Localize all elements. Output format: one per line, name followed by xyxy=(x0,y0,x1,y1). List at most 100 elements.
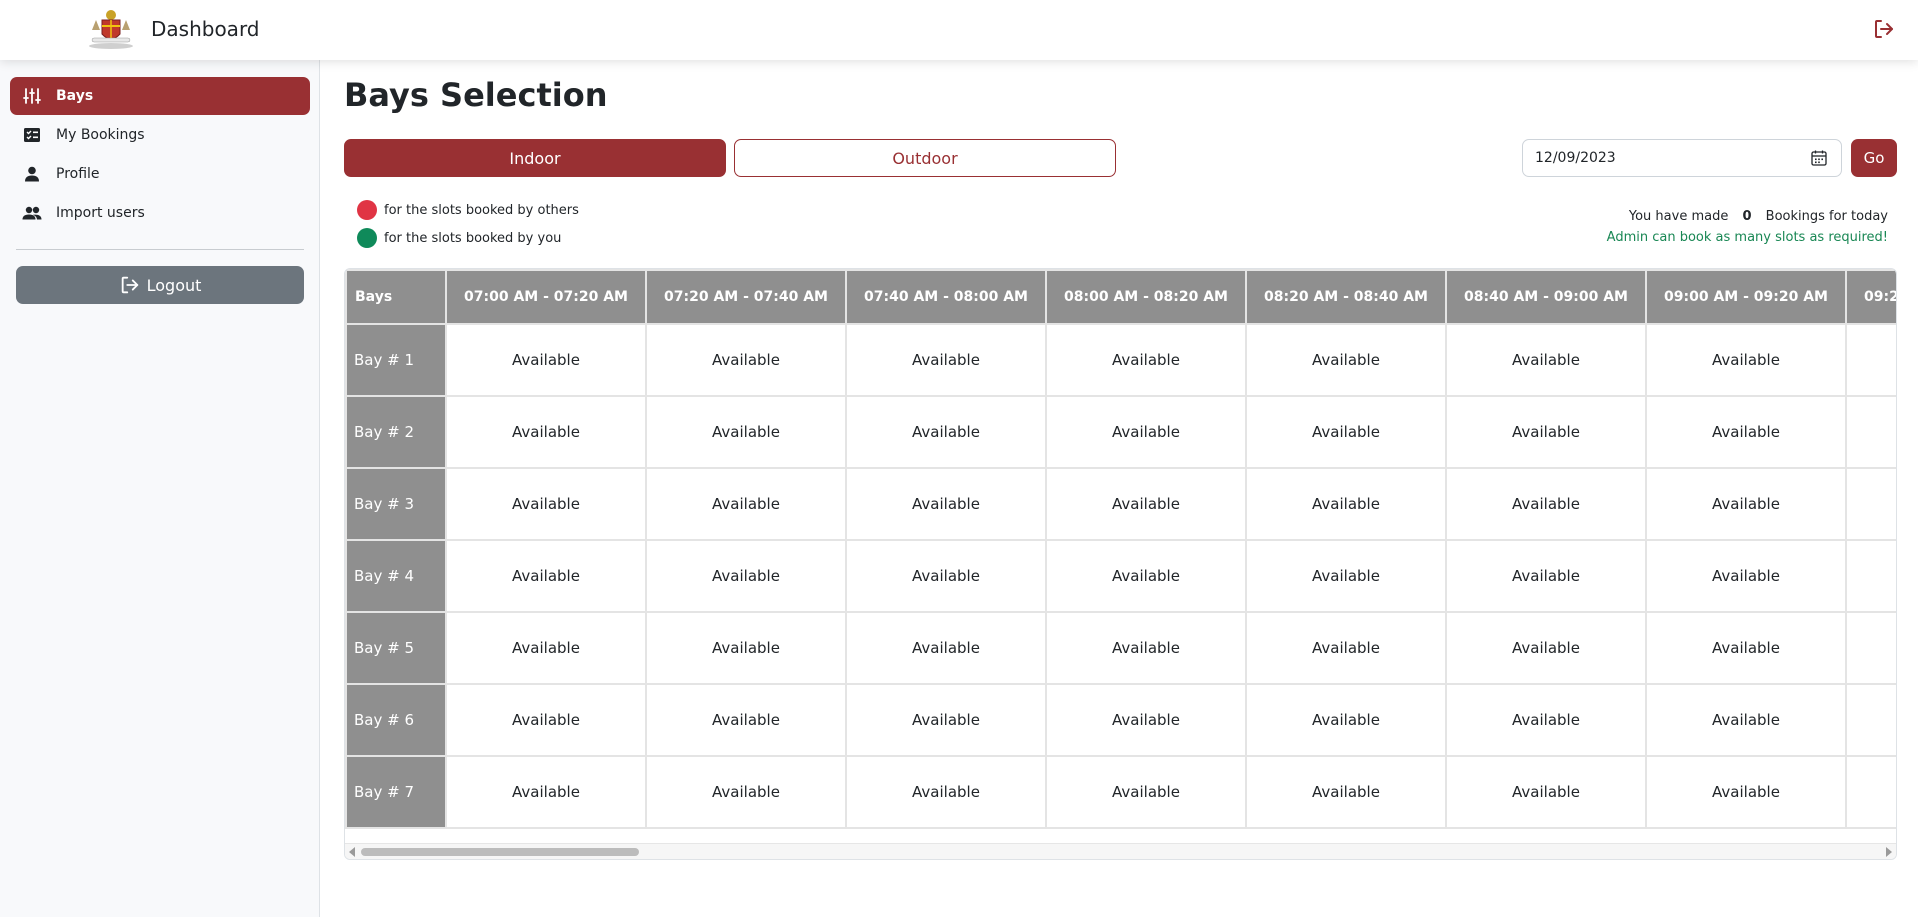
slot-cell[interactable]: Available xyxy=(445,323,647,397)
slot-cell[interactable]: Available xyxy=(845,755,1047,829)
slot-cell[interactable]: Available xyxy=(1845,755,1896,829)
bookings-count: 0 xyxy=(1742,209,1752,224)
slot-cell[interactable]: Available xyxy=(645,683,847,757)
slot-cell[interactable]: Available xyxy=(645,539,847,613)
slot-cell[interactable]: Available xyxy=(645,467,847,541)
legend-label: for the slots booked by you xyxy=(384,230,562,246)
slot-cell[interactable]: Available xyxy=(1645,467,1847,541)
slot-cell[interactable]: Available xyxy=(1045,683,1247,757)
bays-table: Bays 07:00 AM - 07:20 AM 07:20 AM - 07:40… xyxy=(345,269,1896,829)
sidebar-item-label: Bays xyxy=(56,88,94,104)
slot-cell[interactable]: Available xyxy=(1245,611,1447,685)
table-row: Bay # 3 Available Available Available Availa… xyxy=(345,467,1896,541)
sidebar-item-label: Import users xyxy=(56,205,145,221)
slot-cell[interactable]: Available xyxy=(1445,683,1647,757)
admin-note: Admin can book as many slots as required… xyxy=(1606,230,1888,245)
slot-cell[interactable]: Available xyxy=(1445,611,1647,685)
slot-cell[interactable]: Available xyxy=(845,539,1047,613)
tab-outdoor[interactable]: Outdoor xyxy=(734,139,1116,177)
logout-icon[interactable] xyxy=(1872,17,1896,41)
logout-label: Logout xyxy=(146,275,202,295)
slot-cell[interactable]: Available xyxy=(1445,755,1647,829)
slot-cell[interactable]: Available xyxy=(1045,755,1247,829)
slot-cell[interactable]: Available xyxy=(1245,323,1447,397)
column-header-bays: Bays xyxy=(345,269,447,325)
slot-cell[interactable]: Available xyxy=(1845,323,1896,397)
sidebar-item-profile[interactable]: Profile xyxy=(10,155,310,193)
table-row: Bay # 1 Available Available Available Availa… xyxy=(345,323,1896,397)
slot-cell[interactable]: Available xyxy=(645,323,847,397)
slot-cell[interactable]: Available xyxy=(1045,539,1247,613)
slot-cell[interactable]: Available xyxy=(645,395,847,469)
sidebar-logout-button[interactable]: Logout xyxy=(16,266,304,304)
column-header-slot: 08:20 AM - 08:40 AM xyxy=(1245,269,1447,325)
slot-cell[interactable]: Available xyxy=(1645,323,1847,397)
table-row: Bay # 4 Available Available Available Availa… xyxy=(345,539,1896,613)
slot-cell[interactable]: Available xyxy=(1645,683,1847,757)
horizontal-scrollbar[interactable] xyxy=(345,843,1896,859)
slot-cell[interactable]: Available xyxy=(845,395,1047,469)
slot-cell[interactable]: Available xyxy=(1245,683,1447,757)
slot-cell[interactable]: Available xyxy=(1845,683,1896,757)
slot-cell[interactable]: Available xyxy=(1645,395,1847,469)
go-button[interactable]: Go xyxy=(1851,139,1897,177)
tab-indoor[interactable]: Indoor xyxy=(344,139,726,177)
slot-cell[interactable]: Available xyxy=(1845,611,1896,685)
slot-cell[interactable]: Available xyxy=(1045,467,1247,541)
slot-cell[interactable]: Available xyxy=(1045,611,1247,685)
slot-cell[interactable]: Available xyxy=(445,755,647,829)
slot-cell[interactable]: Available xyxy=(1245,755,1447,829)
slot-cell[interactable]: Available xyxy=(845,467,1047,541)
sidebar-divider xyxy=(16,249,304,250)
table-row: Bay # 7 Available Available Available Availa… xyxy=(345,755,1896,829)
slot-cell[interactable]: Available xyxy=(1445,467,1647,541)
slot-cell[interactable]: Available xyxy=(645,611,847,685)
slot-cell[interactable]: Available xyxy=(1245,467,1447,541)
column-header-slot: 07:20 AM - 07:40 AM xyxy=(645,269,847,325)
slot-cell[interactable]: Available xyxy=(1845,467,1896,541)
slot-cell[interactable]: Available xyxy=(445,539,647,613)
calendar-icon[interactable] xyxy=(1810,149,1828,167)
sidebar-item-my-bookings[interactable]: My Bookings xyxy=(10,116,310,154)
slot-cell[interactable]: Available xyxy=(1445,395,1647,469)
slot-cell[interactable]: Available xyxy=(845,611,1047,685)
slot-cell[interactable]: Available xyxy=(1245,539,1447,613)
slot-cell[interactable]: Available xyxy=(1045,323,1247,397)
scroll-right-arrow-icon[interactable] xyxy=(1886,847,1892,857)
slot-cell[interactable]: Available xyxy=(1845,539,1896,613)
scroll-left-arrow-icon[interactable] xyxy=(349,847,355,857)
scrollbar-thumb[interactable] xyxy=(361,848,639,856)
slot-cell[interactable]: Available xyxy=(1245,395,1447,469)
booking-count-text: You have made 0 Bookings for today xyxy=(1629,209,1888,224)
slot-cell[interactable]: Available xyxy=(1645,611,1847,685)
app-title: Dashboard xyxy=(151,17,260,41)
bays-table-container[interactable]: Bays 07:00 AM - 07:20 AM 07:20 AM - 07:40… xyxy=(344,268,1897,860)
slot-cell[interactable]: Available xyxy=(445,611,647,685)
slot-cell[interactable]: Available xyxy=(1645,539,1847,613)
bookings-suffix: Bookings for today xyxy=(1765,209,1888,224)
slot-cell[interactable]: Available xyxy=(1445,323,1647,397)
sidebar-item-bays[interactable]: Bays xyxy=(10,77,310,115)
bookings-prefix: You have made xyxy=(1628,209,1729,224)
date-input[interactable] xyxy=(1522,139,1842,177)
red-dot-icon xyxy=(357,200,377,220)
slot-cell[interactable]: Available xyxy=(445,683,647,757)
legend-booked-by-you: for the slots booked by you xyxy=(357,228,561,248)
bay-name-cell: Bay # 1 xyxy=(345,323,447,397)
slot-cell[interactable]: Available xyxy=(1845,395,1896,469)
column-header-slot: 07:40 AM - 08:00 AM xyxy=(845,269,1047,325)
slot-cell[interactable]: Available xyxy=(445,467,647,541)
slot-cell[interactable]: Available xyxy=(445,395,647,469)
slot-cell[interactable]: Available xyxy=(845,683,1047,757)
people-icon xyxy=(22,203,42,223)
sidebar-item-import-users[interactable]: Import users xyxy=(10,194,310,232)
slot-cell[interactable]: Available xyxy=(1645,755,1847,829)
slot-cell[interactable]: Available xyxy=(1445,539,1647,613)
slot-cell[interactable]: Available xyxy=(1045,395,1247,469)
slot-cell[interactable]: Available xyxy=(645,755,847,829)
sidebar-item-label: Profile xyxy=(56,166,100,182)
legend-booked-by-others: for the slots booked by others xyxy=(357,200,579,220)
column-header-slot: 08:40 AM - 09:00 AM xyxy=(1445,269,1647,325)
slot-cell[interactable]: Available xyxy=(845,323,1047,397)
sidebar-item-label: My Bookings xyxy=(56,127,145,143)
